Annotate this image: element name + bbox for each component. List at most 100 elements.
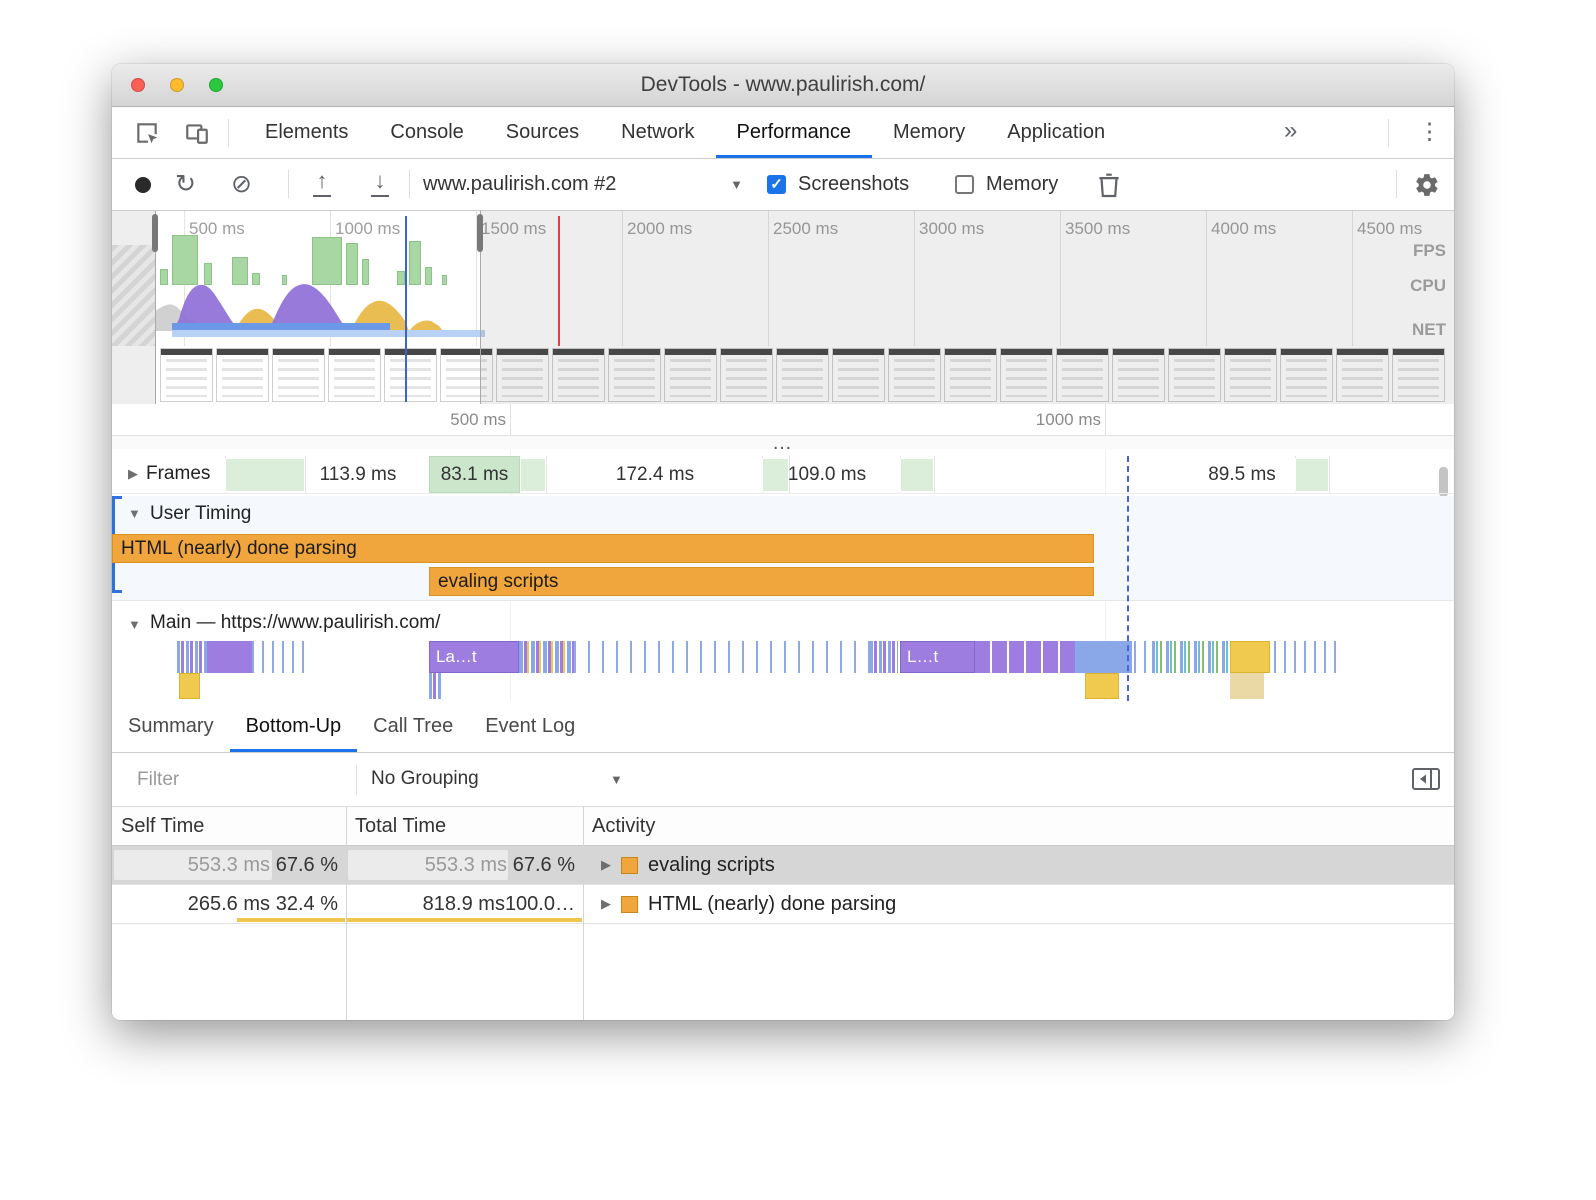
- flame-bar[interactable]: [429, 673, 442, 699]
- net-lane-label: NET: [1412, 320, 1446, 339]
- reload-icon[interactable]: ↻: [175, 159, 196, 209]
- record-button[interactable]: [135, 177, 151, 193]
- table-header: Self Time Total Time Activity: [112, 807, 1454, 846]
- flame-bar[interactable]: [1085, 673, 1119, 699]
- expand-icon[interactable]: ▶: [128, 466, 138, 482]
- minimize-button[interactable]: [170, 78, 184, 92]
- screenshots-checkbox[interactable]: ✓: [767, 175, 786, 194]
- flame-bar[interactable]: [574, 641, 870, 673]
- timeline-overview[interactable]: FPS CPU NET 500 ms 1000 ms 1500 ms 2000 ms 2…: [112, 211, 1454, 404]
- frame-bar[interactable]: [225, 458, 305, 492]
- memory-checkbox[interactable]: [955, 175, 974, 194]
- zoom-button[interactable]: [209, 78, 223, 92]
- user-timing-bar[interactable]: evaling scripts: [429, 567, 1094, 596]
- expand-icon[interactable]: ▶: [601, 896, 611, 912]
- filter-input[interactable]: [137, 764, 337, 796]
- flame-bar[interactable]: [1230, 673, 1264, 699]
- column-header-activity[interactable]: Activity: [583, 807, 1454, 845]
- frame-bar[interactable]: [762, 458, 789, 492]
- column-header-total-time[interactable]: Total Time: [346, 807, 583, 845]
- trash-icon[interactable]: [1098, 172, 1120, 204]
- flame-bar[interactable]: [975, 641, 1075, 673]
- percent-bar: [347, 918, 582, 922]
- flame-bar[interactable]: [1230, 641, 1270, 673]
- profile-select[interactable]: www.paulirish.com #2 ▼: [423, 159, 743, 209]
- filmstrip-thumbnail[interactable]: [272, 348, 325, 402]
- flame-bar[interactable]: [1274, 641, 1342, 673]
- close-button[interactable]: [131, 78, 145, 92]
- tab-call-tree[interactable]: Call Tree: [357, 701, 469, 752]
- devtools-tabbar: Elements Console Sources Network Perform…: [112, 107, 1454, 159]
- filmstrip-thumbnail[interactable]: [216, 348, 269, 402]
- expand-icon[interactable]: ▶: [601, 857, 611, 873]
- tab-performance[interactable]: Performance: [715, 107, 873, 158]
- tab-network[interactable]: Network: [600, 107, 715, 158]
- load-profile-icon[interactable]: ↑: [309, 169, 335, 199]
- activity-label: evaling scripts: [648, 853, 775, 876]
- show-sidebar-icon[interactable]: [1412, 768, 1440, 795]
- column-header-self-time[interactable]: Self Time: [112, 807, 346, 845]
- flame-bar[interactable]: [1134, 641, 1148, 673]
- gear-icon[interactable]: [1414, 172, 1440, 204]
- flame-bar[interactable]: [1075, 641, 1132, 673]
- ruler-gridline: [1105, 404, 1106, 435]
- fps-bar: [312, 237, 342, 285]
- frame-bar[interactable]: [1295, 458, 1329, 492]
- fps-bar: [346, 243, 358, 285]
- activity-label: HTML (nearly) done parsing: [648, 892, 897, 915]
- device-toolbar-icon[interactable]: [184, 120, 210, 151]
- frame-bar[interactable]: 83.1 ms: [429, 456, 520, 493]
- flame-bar[interactable]: [519, 641, 574, 673]
- filmstrip-thumbnail[interactable]: [328, 348, 381, 402]
- flame-bar[interactable]: [870, 641, 898, 673]
- filmstrip-thumbnail[interactable]: [384, 348, 437, 402]
- flame-chart-tracks[interactable]: ▶ Frames 113.9 ms 83.1 ms 172.4 ms 109.0…: [112, 449, 1454, 701]
- flame-row: [112, 673, 1454, 699]
- flame-bar[interactable]: [179, 673, 200, 699]
- panel-splitter[interactable]: …: [112, 433, 1454, 453]
- flame-bar[interactable]: [1152, 641, 1230, 673]
- tab-event-log[interactable]: Event Log: [469, 701, 591, 752]
- flame-bar-layout[interactable]: L…t: [900, 641, 975, 673]
- inspect-element-icon[interactable]: [134, 120, 160, 151]
- tab-console[interactable]: Console: [369, 107, 484, 158]
- collapse-icon[interactable]: ▼: [128, 506, 141, 521]
- flame-bar-layout[interactable]: La…t: [429, 641, 519, 673]
- flame-bar[interactable]: [177, 641, 207, 673]
- filmstrip-thumbnail[interactable]: [160, 348, 213, 402]
- column-divider[interactable]: [346, 807, 347, 1020]
- fps-bar: [282, 275, 287, 285]
- fps-bar: [172, 235, 198, 285]
- flame-bar[interactable]: [207, 641, 252, 673]
- frame-bar[interactable]: [900, 458, 934, 492]
- grouping-select[interactable]: No Grouping ▼: [371, 753, 623, 805]
- more-tabs-icon[interactable]: »: [1284, 117, 1297, 145]
- main-thread-track: ▼ Main — https://www.paulirish.com/ La…t…: [112, 601, 1454, 701]
- clear-icon[interactable]: ⊘: [231, 159, 252, 209]
- user-timing-bar[interactable]: HTML (nearly) done parsing: [112, 534, 1094, 563]
- flame-bar[interactable]: [252, 641, 312, 673]
- tab-bottom-up[interactable]: Bottom-Up: [229, 701, 358, 752]
- tab-memory[interactable]: Memory: [872, 107, 986, 158]
- collapse-icon[interactable]: ▼: [128, 617, 141, 632]
- table-row[interactable]: 553.3 ms 67.6 % 553.3 ms 67.6 % ▶ evalin…: [112, 846, 1454, 885]
- titlebar: DevTools - www.paulirish.com/: [112, 64, 1454, 107]
- tab-elements[interactable]: Elements: [244, 107, 369, 158]
- activity-cell: ▶ evaling scripts: [583, 846, 1454, 884]
- tab-sources[interactable]: Sources: [485, 107, 600, 158]
- tab-summary[interactable]: Summary: [112, 701, 230, 752]
- frame-duration: 113.9 ms: [319, 464, 397, 485]
- ruler-tick-label: 500 ms: [450, 410, 506, 429]
- tab-application[interactable]: Application: [986, 107, 1126, 158]
- frame-bar[interactable]: [520, 458, 546, 492]
- selection-right-handle[interactable]: [477, 214, 483, 252]
- activity-color-swatch: [621, 856, 638, 874]
- save-profile-icon[interactable]: ↓: [367, 169, 393, 199]
- load-event-marker: [558, 216, 560, 346]
- overview-dim-right: [480, 211, 1454, 404]
- menu-icon[interactable]: ⋮: [1418, 118, 1441, 145]
- column-divider[interactable]: [583, 807, 584, 1020]
- selection-left-handle[interactable]: [152, 214, 158, 252]
- activity-cell: ▶ HTML (nearly) done parsing: [583, 885, 1454, 923]
- table-row[interactable]: 265.6 ms 32.4 % 818.9 ms 100.0… ▶ HTML (…: [112, 885, 1454, 924]
